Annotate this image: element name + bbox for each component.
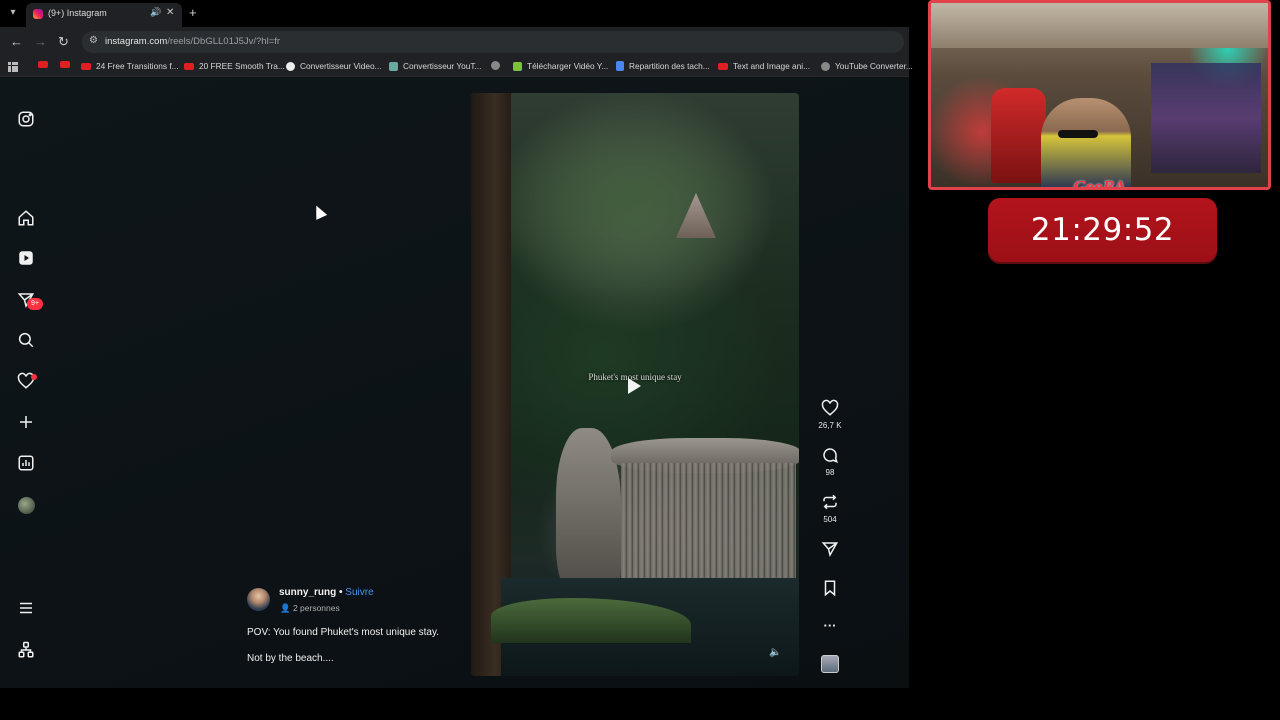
more-apps-icon[interactable] [17,641,35,659]
youtube-icon [718,62,728,70]
messages-badge: 9+ [27,298,43,310]
bookmark-icon [824,580,836,597]
reels-icon[interactable] [17,249,35,267]
clock-time: 21:29:52 [1030,212,1175,248]
browser-window: ▾ (9+) Instagram 🔊 ✕ + ← → ↻ ⚙ instagram… [0,0,913,688]
heart-icon [821,399,839,416]
comment-icon [823,448,838,464]
webcam-overlay: GooBA [928,0,1271,190]
forward-icon[interactable]: → [34,34,47,49]
google-icon [286,61,295,71]
youtube-icon [38,61,48,68]
globe-icon [821,61,830,71]
video-foliage [481,103,781,303]
converter-icon [389,61,398,71]
clock-overlay: 21:29:52 [988,198,1217,262]
bookmark-9[interactable]: Repartition des tach... [616,61,710,71]
person-icon: 👤 [280,603,293,613]
repost-icon [823,494,837,510]
streamer-name: GooBA [1073,177,1126,190]
reposts-count: 504 [823,515,837,524]
repost-button[interactable] [820,493,840,516]
bookmark-6[interactable]: Convertisseur YouT... [389,61,481,71]
tab-instagram[interactable]: (9+) Instagram 🔊 ✕ [26,3,182,27]
caption-line-1: POV: You found Phuket's most unique stay… [247,627,440,638]
search-icon[interactable] [17,331,35,349]
tab-bar: ▾ (9+) Instagram 🔊 ✕ + [0,0,909,27]
home-icon[interactable] [17,209,35,227]
separator: • [336,587,346,598]
comments-count: 98 [825,468,835,477]
instagram-page: 9+ Phuket's most unique stay 🔈 26,7 K 98… [0,78,909,688]
menu-icon[interactable] [17,599,35,617]
notification-dot [31,374,37,380]
webcam-chair [991,88,1046,183]
follow-button[interactable]: Suivre [345,587,373,598]
youtube-icon [81,62,91,70]
bookmark-11[interactable]: YouTube Converter... [821,61,913,71]
bookmark-8[interactable]: Télécharger Vidéo Y... [513,61,608,71]
bookmark-3[interactable]: 24 Free Transitions f... [81,61,179,71]
likes-count: 26,7 K [818,421,842,430]
comment-button[interactable] [820,446,840,469]
author-avatar[interactable] [247,588,270,611]
reload-icon[interactable]: ↻ [58,34,69,50]
back-icon[interactable]: ← [10,34,23,49]
screen: ▾ (9+) Instagram 🔊 ✕ + ← → ↻ ⚙ instagram… [0,0,1280,720]
collaborators[interactable]: 👤 2 personnes [280,603,340,614]
tab-title: (9+) Instagram [48,8,107,18]
video-waterfall [621,463,796,578]
new-tab-button[interactable]: + [189,5,197,20]
download-icon [513,61,522,71]
bookmark-10[interactable]: Text and Image ani... [718,61,810,71]
apps-grid-icon[interactable] [8,62,19,73]
bookmark-7[interactable] [491,61,505,70]
address-bar[interactable]: ⚙ instagram.com/reels/DbGLL01J5Jv/?hl=fr [82,31,904,53]
audio-thumbnail[interactable] [821,655,839,673]
docs-icon [616,61,624,71]
youtube-icon [184,62,194,70]
site-info-icon[interactable]: ⚙ [89,35,98,46]
caption-line-2: Not by the beach.... [247,653,334,664]
mouse-cursor [310,203,328,220]
share-icon [821,542,839,558]
instagram-logo-icon[interactable] [17,110,35,128]
save-button[interactable] [820,579,840,602]
reel-video[interactable]: Phuket's most unique stay 🔈 [471,93,799,676]
browser-toolbar: ← → ↻ ⚙ instagram.com/reels/DbGLL01J5Jv/… [0,27,909,57]
webcam-glasses [1058,130,1098,138]
bookmarks-bar: 24 Free Transitions f... 20 FREE Smooth … [0,57,913,77]
instagram-favicon-icon [33,9,43,19]
sidebar: 9+ [0,78,52,688]
tab-audio-icon[interactable]: 🔊 [150,7,161,18]
tab-close-icon[interactable]: ✕ [166,7,174,18]
profile-avatar[interactable] [18,497,35,514]
bookmark-1[interactable] [38,61,53,68]
play-icon[interactable] [628,378,641,394]
author-username[interactable]: sunny_rung [279,587,336,598]
webcam-ceiling [931,3,1268,48]
more-options-icon[interactable]: ··· [820,618,840,633]
bookmark-2[interactable] [60,61,75,68]
bookmark-4[interactable]: 20 FREE Smooth Tra... [184,61,285,71]
youtube-icon [60,61,70,68]
globe-icon [491,61,500,70]
create-icon[interactable] [17,413,35,431]
bookmark-5[interactable]: Convertisseur Video... [286,61,381,71]
dashboard-icon[interactable] [17,454,35,472]
share-button[interactable] [820,540,840,563]
like-button[interactable] [820,399,840,422]
volume-icon[interactable]: 🔈 [769,647,781,658]
author-line: sunny_rung • Suivre [279,587,374,598]
url-text[interactable]: instagram.com/reels/DbGLL01J5Jv/?hl=fr [105,36,280,47]
tab-search-icon[interactable]: ▾ [6,6,20,20]
webcam-shelf [1151,63,1261,173]
